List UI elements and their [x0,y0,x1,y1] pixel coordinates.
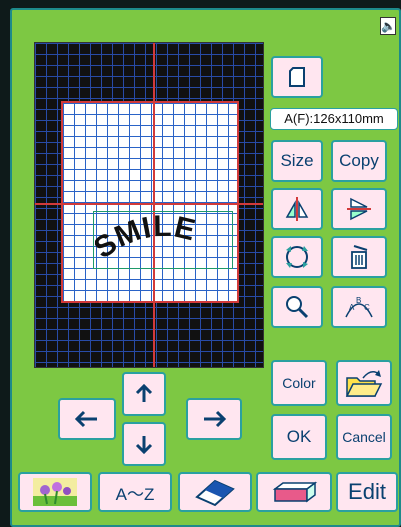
ok-button[interactable]: OK [271,414,327,460]
move-left-button[interactable] [58,398,116,440]
center-vertical-line [153,43,155,367]
size-display: A(F):126x110mm [270,108,398,130]
copy-label: Copy [339,151,379,170]
font-tab-label: A～Z [115,484,155,504]
tab-font[interactable]: A～Z [98,472,172,512]
open-button[interactable] [336,360,392,406]
frame-button[interactable] [271,56,323,98]
array-button[interactable]: A B C [331,286,387,328]
move-up-button[interactable] [122,372,166,416]
hoop-grid [63,103,237,301]
speaker-icon[interactable]: 🔈 [380,17,396,35]
svg-text:C: C [364,303,370,312]
zoom-button[interactable] [271,286,323,328]
arc-text-icon: A B C [345,296,373,318]
edit-label: Edit [348,479,386,504]
rotate-button[interactable] [271,236,323,278]
size-label: Size [280,151,314,170]
flip-icon [347,197,371,221]
arrow-down-icon [135,436,153,455]
arrow-up-icon [135,383,153,402]
cancel-label: Cancel [342,429,386,445]
center-horizontal-line [35,203,263,205]
hoop-area [61,101,239,303]
move-down-button[interactable] [122,422,166,466]
tab-edit[interactable]: Edit [336,472,398,512]
embroidery-canvas[interactable]: SMILE [34,42,264,368]
delete-button[interactable] [331,236,387,278]
trash-icon [351,245,368,269]
move-right-button[interactable] [186,398,242,440]
arrow-left-icon [74,410,97,428]
flip-button[interactable] [331,188,387,230]
tab-card[interactable] [256,472,332,512]
eraser-icon [195,479,235,507]
cancel-button[interactable]: Cancel [336,414,392,460]
size-button[interactable]: Size [271,140,323,182]
design-text-smile[interactable]: SMILE [95,213,233,269]
color-label: Color [282,375,316,391]
svg-text:SMILE: SMILE [95,213,199,265]
embroidery-image-icon [33,478,77,506]
memory-card-icon [272,481,318,503]
rotate-icon [286,246,308,268]
color-button[interactable]: Color [271,360,327,406]
arrow-right-icon [204,410,227,428]
mirror-icon [285,197,309,221]
open-folder-icon [345,370,383,397]
copy-button[interactable]: Copy [331,140,387,182]
svg-text:A: A [349,303,355,312]
design-text: SMILE [95,213,198,265]
mirror-button[interactable] [271,188,323,230]
frame-icon [289,67,305,87]
tab-eraser[interactable] [178,472,252,512]
magnifier-icon [286,296,309,319]
ok-label: OK [286,427,312,446]
svg-text:B: B [356,296,361,305]
tab-embroidery[interactable] [18,472,92,512]
